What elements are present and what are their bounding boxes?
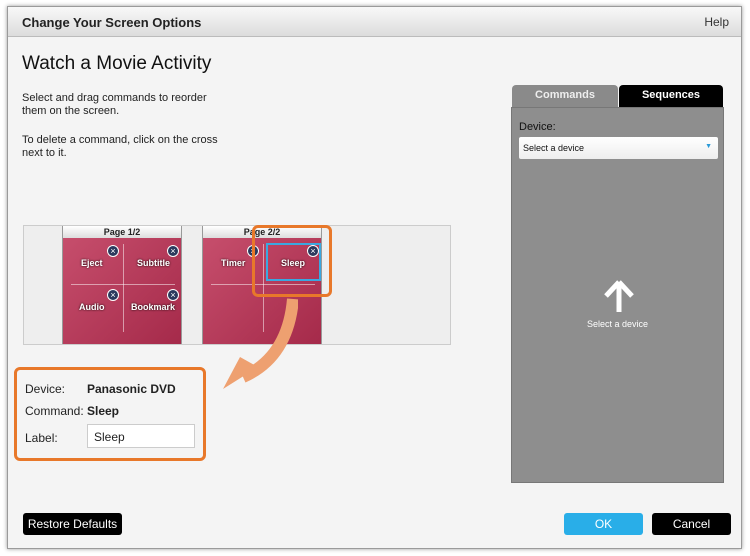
dropdown-arrow-icon: ▼ <box>705 143 712 150</box>
command-bookmark[interactable]: Bookmark <box>131 302 175 312</box>
window-title: Change Your Screen Options <box>22 15 202 30</box>
commands-panel: Device: Select a device ▼ Select a device <box>511 107 724 483</box>
arrow-icon <box>223 298 298 389</box>
device-label: Device: <box>25 382 66 396</box>
instruction-delete: To delete a command, click on the cross … <box>22 134 218 159</box>
title-bar: Change Your Screen Options Help <box>8 7 741 37</box>
page-title: Page 1/2 <box>63 226 181 238</box>
device-value: Panasonic DVD <box>87 382 176 396</box>
select-device-hint: Select a device <box>586 319 649 329</box>
command-audio[interactable]: Audio <box>79 302 105 312</box>
command-eject[interactable]: Eject <box>81 258 103 268</box>
instruction-reorder: Select and drag commands to reorder them… <box>22 92 207 117</box>
command-subtitle[interactable]: Subtitle <box>137 258 170 268</box>
cancel-button[interactable]: Cancel <box>652 513 731 535</box>
up-arrow-icon <box>604 280 634 312</box>
page-1: Page 1/2 Eject × Subtitle × Audio × Book… <box>62 226 182 344</box>
tab-sequences[interactable]: Sequences <box>619 85 723 107</box>
help-link[interactable]: Help <box>704 15 729 29</box>
page-title: Watch a Movie Activity <box>22 53 212 74</box>
restore-defaults-button[interactable]: Restore Defaults <box>23 513 122 535</box>
delete-icon[interactable]: × <box>167 289 179 301</box>
ok-button[interactable]: OK <box>564 513 643 535</box>
command-label: Command: <box>25 404 84 418</box>
delete-icon[interactable]: × <box>107 245 119 257</box>
highlight-box <box>252 225 332 297</box>
delete-icon[interactable]: × <box>167 245 179 257</box>
command-value: Sleep <box>87 404 120 418</box>
command-timer[interactable]: Timer <box>221 258 245 268</box>
label-input[interactable]: Sleep <box>87 424 195 448</box>
device-select[interactable]: Select a device ▼ <box>519 137 718 159</box>
details-box: Device: Panasonic DVD Command: Sleep Lab… <box>14 367 206 461</box>
delete-icon[interactable]: × <box>107 289 119 301</box>
dialog-window: Change Your Screen Options Help Watch a … <box>7 6 742 549</box>
panel-device-label: Device: <box>519 121 556 133</box>
label-label: Label: <box>25 431 58 445</box>
device-select-value: Select a device <box>523 143 585 153</box>
tab-commands[interactable]: Commands <box>512 85 618 107</box>
